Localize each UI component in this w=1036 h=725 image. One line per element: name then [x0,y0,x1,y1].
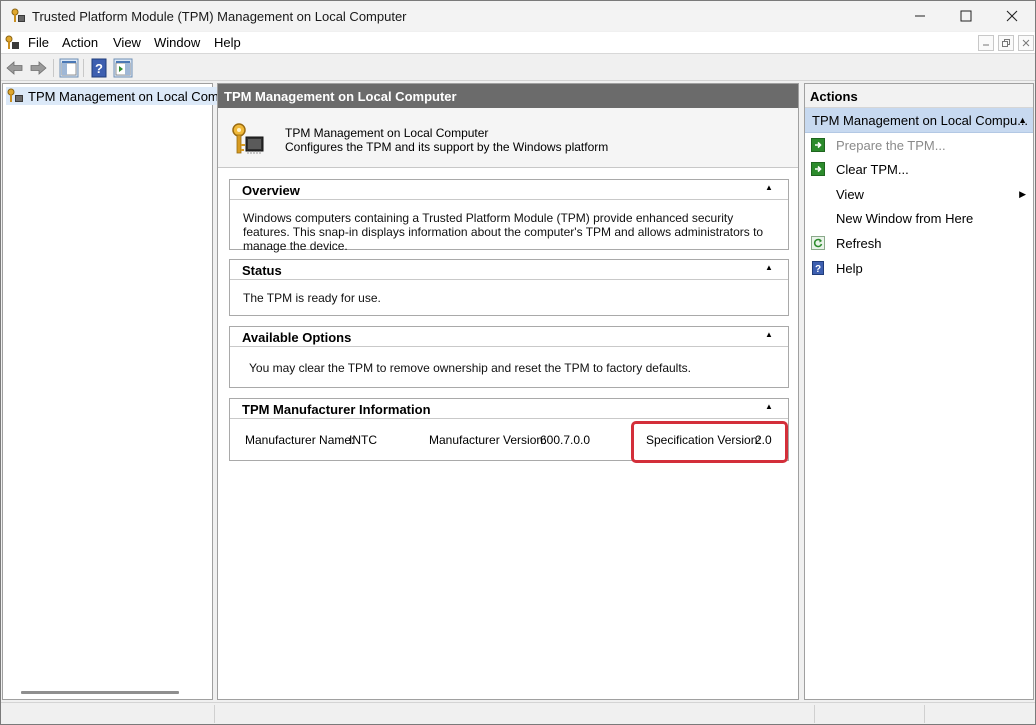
intro-description: Configures the TPM and its support by th… [285,140,609,154]
status-bar [1,702,1035,724]
collapse-icon[interactable]: ▲ [764,263,774,272]
actions-group-label: TPM Management on Local Compu... [812,113,1029,128]
app-menu-icon[interactable] [4,35,20,51]
minimize-icon [915,15,925,17]
maximize-icon [960,10,972,22]
action-label: Clear TPM... [836,162,909,177]
action-view[interactable]: View ▶ [805,184,1033,206]
overview-section: Overview ▲ Windows computers containing … [229,179,789,253]
minimize-icon [983,44,989,46]
show-hide-action-pane-icon[interactable] [113,58,133,78]
menu-view[interactable]: View [113,35,141,50]
manufacturer-section: TPM Manufacturer Information ▲ Manufactu… [229,398,789,463]
intro-title: TPM Management on Local Computer [285,126,489,140]
restore-icon [1002,39,1010,47]
title-bar: Trusted Platform Module (TPM) Management… [1,1,1035,31]
action-prepare-tpm[interactable]: Prepare the TPM... [805,135,1033,157]
child-restore-button[interactable] [998,35,1014,51]
snapin-intro: TPM Management on Local Computer Configu… [218,108,798,168]
forward-arrow-icon[interactable] [28,58,48,78]
manufacturer-header[interactable]: TPM Manufacturer Information ▲ [230,399,788,419]
help-icon[interactable]: ? [89,58,109,78]
minimize-button[interactable] [897,1,943,31]
status-bar-divider [924,705,925,723]
menu-help[interactable]: Help [214,35,241,50]
collapse-icon[interactable]: ▲ [764,330,774,339]
window-title: Trusted Platform Module (TPM) Management… [32,9,407,24]
close-icon [1022,39,1030,47]
help-icon: ? [812,261,824,275]
status-bar-divider [214,705,215,723]
status-header[interactable]: Status ▲ [230,260,788,280]
svg-text:?: ? [95,61,103,76]
close-icon [1006,10,1018,22]
toolbar-separator [53,59,54,77]
toolbar-separator [83,59,84,77]
menu-window[interactable]: Window [154,35,200,50]
available-options-text: You may clear the TPM to remove ownershi… [249,361,691,375]
manufacturer-name-value: INTC [349,433,377,447]
section-title: TPM Manufacturer Information [242,402,431,417]
horizontal-scrollbar[interactable] [21,691,179,694]
action-help[interactable]: ? Help [805,258,1033,280]
action-new-window[interactable]: New Window from Here [805,208,1033,230]
status-bar-divider [814,705,815,723]
section-title: Status [242,263,282,278]
tree-item-label: TPM Management on Local Comp [28,88,226,104]
manufacturer-version-label: Manufacturer Version: [429,433,547,447]
console-tree: TPM Management on Local Comp [2,83,228,700]
action-label: View [836,187,864,202]
section-title: Overview [242,183,300,198]
actions-pane: Actions TPM Management on Local Compu...… [804,83,1034,700]
action-refresh[interactable]: Refresh [805,233,1033,255]
action-clear-tpm[interactable]: Clear TPM... [805,159,1033,181]
actions-group-header[interactable]: TPM Management on Local Compu... ▲ [805,108,1033,133]
svg-text:?: ? [815,264,821,275]
action-label: Prepare the TPM... [836,138,946,153]
tpm-key-icon [11,8,25,22]
collapse-icon[interactable]: ▲ [764,402,774,411]
specification-version-highlight [631,421,788,463]
available-options-header[interactable]: Available Options ▲ [230,327,788,347]
tpm-key-chip-icon [232,123,264,154]
child-minimize-button[interactable] [978,35,994,51]
available-options-section: Available Options ▲ You may clear the TP… [229,326,789,388]
tree-item-tpm-management[interactable]: TPM Management on Local Comp [6,87,228,105]
refresh-icon [811,236,825,250]
menu-action[interactable]: Action [62,35,98,50]
overview-header[interactable]: Overview ▲ [230,180,788,200]
show-hide-console-tree-icon[interactable] [59,58,79,78]
action-label: Refresh [836,236,882,251]
run-action-icon [811,138,825,152]
maximize-button[interactable] [943,1,989,31]
child-close-button[interactable] [1018,35,1034,51]
back-arrow-icon[interactable] [5,58,25,78]
results-pane-header: TPM Management on Local Computer [218,84,798,108]
action-label: Help [836,261,863,276]
tpm-key-icon [7,88,23,102]
status-text: The TPM is ready for use. [243,291,381,305]
status-section: Status ▲ The TPM is ready for use. [229,259,789,316]
manufacturer-version-value: 600.7.0.0 [540,433,591,447]
menu-file[interactable]: File [28,35,49,50]
mmc-window: Trusted Platform Module (TPM) Management… [0,0,1036,725]
collapse-icon[interactable]: ▲ [1018,115,1027,125]
action-label: New Window from Here [836,211,974,226]
results-pane: TPM Management on Local Computer TPM Man… [217,83,799,700]
submenu-arrow-icon: ▶ [1019,189,1026,199]
run-action-icon [811,162,825,176]
toolbar: ? [1,55,1035,81]
collapse-icon[interactable]: ▲ [764,183,774,192]
menu-bar: File Action View Window Help [1,32,1035,54]
overview-text: Windows computers containing a Trusted P… [243,211,764,253]
actions-title: Actions [805,84,1033,108]
section-title: Available Options [242,330,352,345]
manufacturer-name-label: Manufacturer Name: [245,433,355,447]
close-button[interactable] [989,1,1035,31]
